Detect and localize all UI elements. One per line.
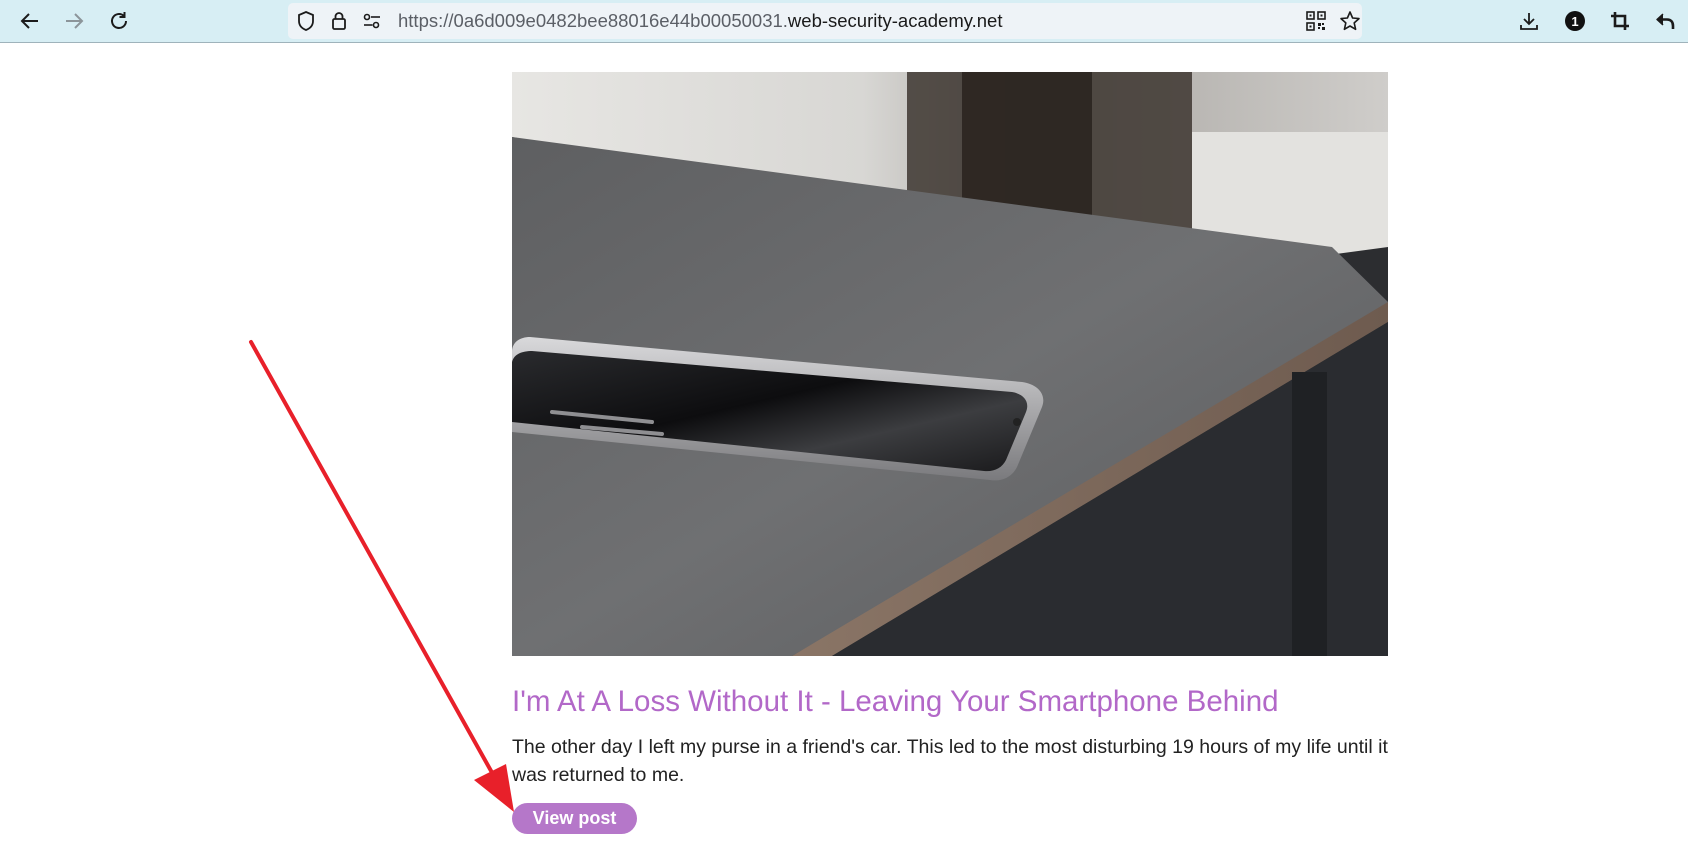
undo-arrow-icon bbox=[1656, 13, 1675, 29]
undo-button[interactable] bbox=[1650, 6, 1680, 36]
crop-button[interactable] bbox=[1605, 6, 1635, 36]
lock-icon[interactable] bbox=[328, 10, 350, 32]
url-domain: web-security-academy.net bbox=[787, 10, 1003, 31]
site-permissions-icon[interactable] bbox=[361, 10, 383, 32]
arrow-left-icon bbox=[20, 13, 38, 29]
back-button[interactable] bbox=[15, 6, 45, 36]
reload-icon bbox=[111, 12, 127, 29]
extension-button[interactable]: 1 bbox=[1560, 6, 1590, 36]
forward-button[interactable] bbox=[59, 6, 89, 36]
notification-badge: 1 bbox=[1565, 11, 1585, 31]
qr-code-icon[interactable] bbox=[1305, 10, 1327, 32]
address-bar[interactable]: https://0a6d009e0482bee88016e44b00050031… bbox=[288, 3, 1362, 39]
crop-icon bbox=[1611, 12, 1629, 30]
downloads-button[interactable] bbox=[1514, 6, 1544, 36]
url-text[interactable]: https://0a6d009e0482bee88016e44b00050031… bbox=[398, 11, 1002, 31]
arrow-right-icon bbox=[66, 13, 84, 29]
download-icon bbox=[1520, 13, 1538, 30]
reload-button[interactable] bbox=[104, 6, 134, 36]
smartphone-on-table-image bbox=[512, 72, 1388, 656]
post-image bbox=[512, 72, 1388, 656]
post-title[interactable]: I'm At A Loss Without It - Leaving Your … bbox=[512, 684, 1279, 720]
url-prefix: https://0a6d009e0482bee88016e44b00050031… bbox=[398, 10, 788, 31]
view-post-button[interactable]: View post bbox=[512, 803, 637, 834]
bookmark-star-icon[interactable] bbox=[1339, 10, 1361, 32]
browser-toolbar: https://0a6d009e0482bee88016e44b00050031… bbox=[0, 0, 1688, 43]
shield-icon[interactable] bbox=[295, 10, 317, 32]
post-summary: The other day I left my purse in a frien… bbox=[512, 736, 1388, 786]
